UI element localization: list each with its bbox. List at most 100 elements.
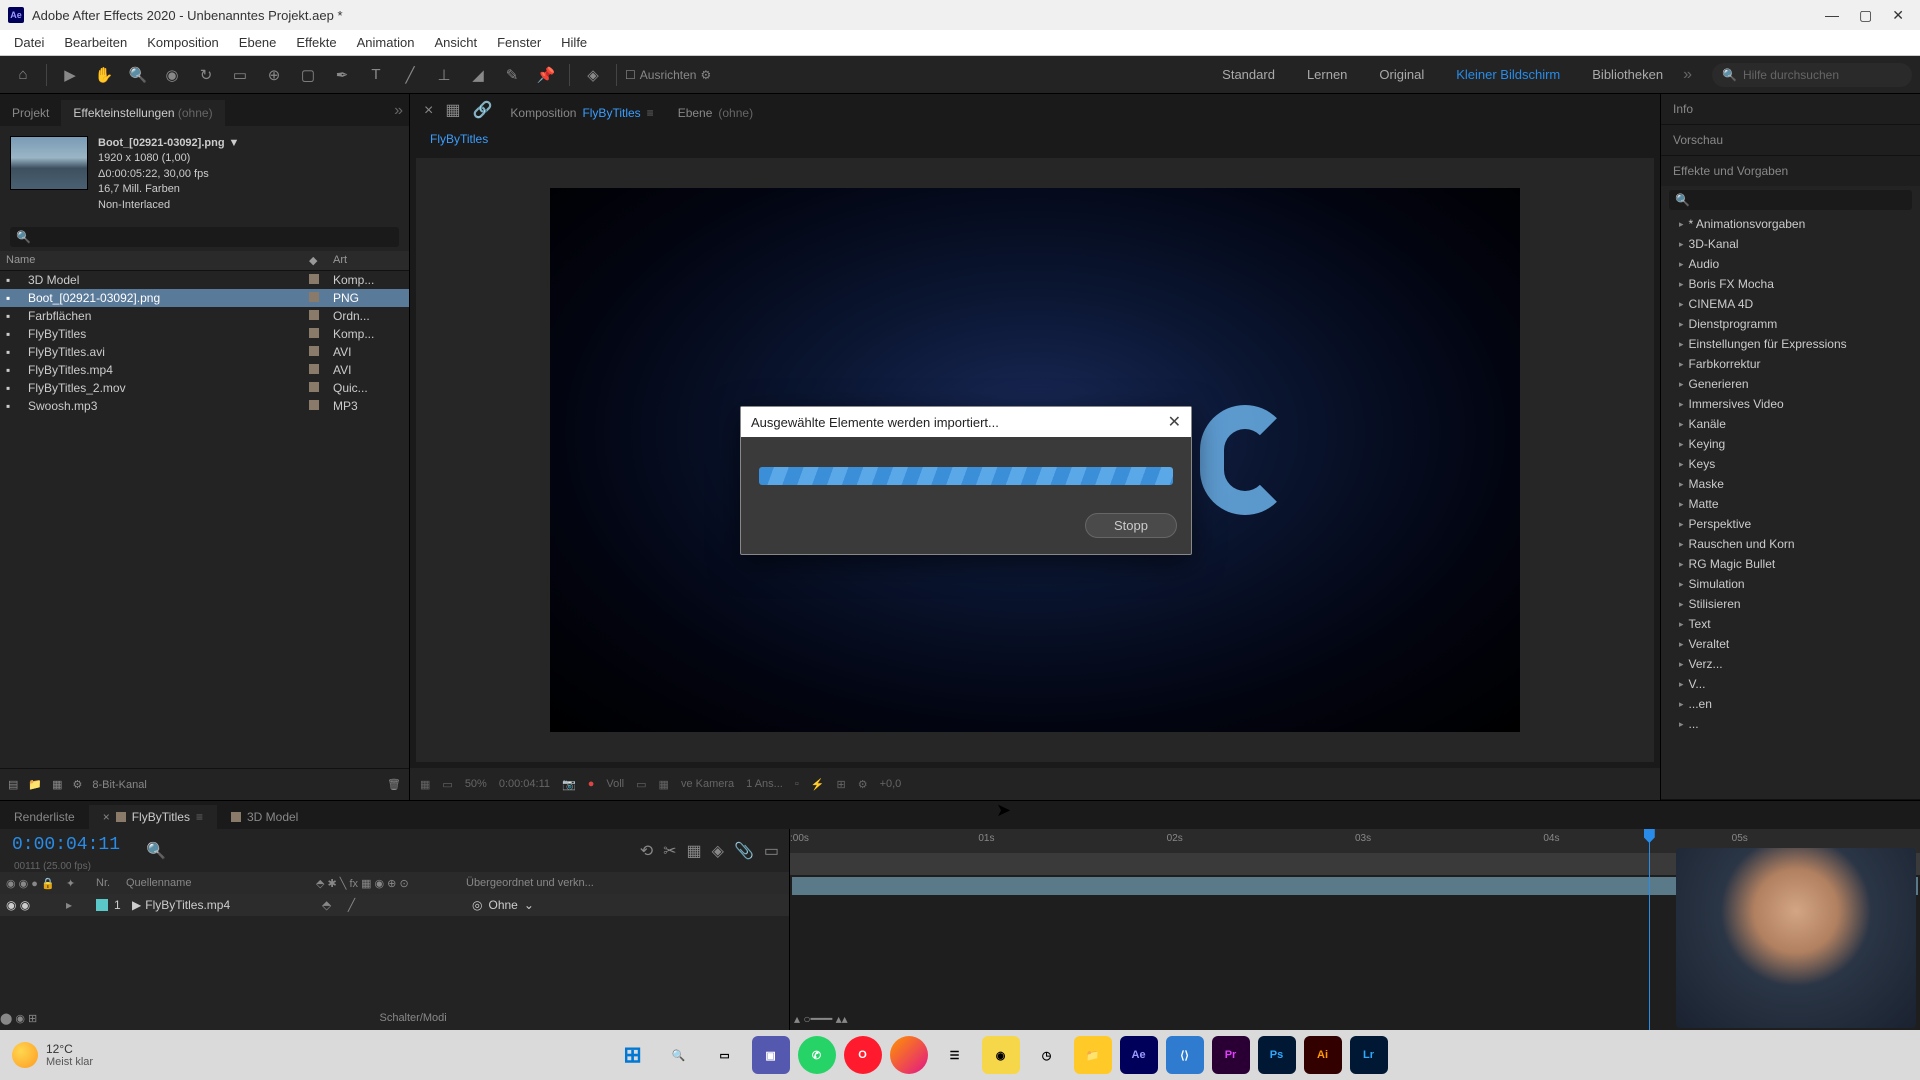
weather-widget[interactable]: 12°C Meist klar [12, 1042, 93, 1068]
resolution-dropdown[interactable]: Voll [606, 778, 624, 790]
brush-tool-icon[interactable]: ╱ [395, 60, 425, 90]
effects-search-input[interactable] [1669, 190, 1912, 210]
help-search-input[interactable]: 🔍 Hilfe durchsuchen [1712, 63, 1912, 87]
playhead[interactable] [1649, 829, 1650, 1030]
menu-help[interactable]: Hilfe [551, 31, 597, 54]
col-label[interactable]: ◆ [309, 254, 333, 267]
timeline-timecode[interactable]: 0:00:04:11 [0, 829, 132, 861]
effect-category[interactable]: ... [1661, 714, 1920, 734]
effect-category[interactable]: * Animationsvorgaben [1661, 214, 1920, 234]
effect-category[interactable]: Farbkorrektur [1661, 354, 1920, 374]
project-item[interactable]: ▪Boot_[02921-03092].pngPNG [0, 289, 409, 307]
tab-timeline-comp[interactable]: × FlyByTitles ≡ [89, 805, 217, 829]
menu-effects[interactable]: Effekte [286, 31, 346, 54]
new-comp-icon[interactable]: ▦ [52, 778, 62, 791]
project-item[interactable]: ▪FlyByTitles_2.movQuic... [0, 379, 409, 397]
color-depth[interactable]: 8-Bit-Kanal [92, 779, 146, 791]
grid-icon[interactable]: ▦ [420, 778, 430, 791]
taskbar-bracket-icon[interactable]: ⟨⟩ [1166, 1036, 1204, 1074]
mask-icon[interactable]: ▭ [442, 778, 452, 791]
tl-tool-icon-2[interactable]: ✂ [663, 841, 676, 861]
rotate-tool-icon[interactable]: ↻ [191, 60, 221, 90]
puppet-mesh-icon[interactable]: ◈ [578, 60, 608, 90]
views-dropdown[interactable]: 1 Ans... [746, 778, 783, 790]
snapshot-icon[interactable]: 📷 [562, 778, 576, 791]
effect-category[interactable]: Keys [1661, 454, 1920, 474]
switches-modes-label[interactable]: Schalter/Modi [379, 1012, 446, 1024]
col-name[interactable]: Name [6, 254, 309, 267]
effect-category[interactable]: Immersives Video [1661, 394, 1920, 414]
project-item[interactable]: ▪FlyByTitlesKomp... [0, 325, 409, 343]
effect-category[interactable]: Einstellungen für Expressions [1661, 334, 1920, 354]
timeline-icon[interactable]: ⊞ [836, 778, 845, 791]
taskbar-clock-icon[interactable]: ◷ [1028, 1036, 1066, 1074]
effect-category[interactable]: Stilisieren [1661, 594, 1920, 614]
effect-category[interactable]: Veraltet [1661, 634, 1920, 654]
pen-tool-icon[interactable]: ✒ [327, 60, 357, 90]
project-item[interactable]: ▪Swoosh.mp3MP3 [0, 397, 409, 415]
tl-tool-icon-6[interactable]: ▭ [764, 841, 779, 861]
channel-icon[interactable]: ● [588, 778, 595, 790]
panel-preview[interactable]: Vorschau [1661, 125, 1920, 155]
tab-composition[interactable]: Komposition FlyByTitles ≡ [498, 100, 665, 126]
comp-lock-icon[interactable]: ▦ [439, 94, 466, 126]
zoom-tool-icon[interactable]: 🔍 [123, 60, 153, 90]
transparency-icon[interactable]: ▦ [659, 778, 669, 791]
tab-project[interactable]: Projekt [0, 100, 61, 126]
menu-view[interactable]: Ansicht [424, 31, 487, 54]
dropdown-icon[interactable]: ▼ [229, 136, 240, 151]
minimize-button[interactable]: — [1825, 7, 1839, 24]
stop-button[interactable]: Stopp [1085, 513, 1177, 538]
project-search-input[interactable] [10, 227, 399, 247]
maximize-button[interactable]: ▢ [1859, 7, 1872, 24]
effect-category[interactable]: Kanäle [1661, 414, 1920, 434]
menu-file[interactable]: Datei [4, 31, 54, 54]
effect-category[interactable]: Boris FX Mocha [1661, 274, 1920, 294]
panel-info[interactable]: Info [1661, 94, 1920, 124]
roto-tool-icon[interactable]: ✎ [497, 60, 527, 90]
effect-category[interactable]: ...en [1661, 694, 1920, 714]
interpret-footage-icon[interactable]: ▤ [8, 778, 18, 791]
workspace-standard[interactable]: Standard [1210, 63, 1287, 86]
workspace-original[interactable]: Original [1367, 63, 1436, 86]
effect-category[interactable]: Maske [1661, 474, 1920, 494]
comp-chain-icon[interactable]: 🔗 [466, 94, 498, 126]
project-item[interactable]: ▪3D ModelKomp... [0, 271, 409, 289]
flowchart-icon[interactable]: ⚙ [858, 778, 868, 791]
camera-tool-icon[interactable]: ▭ [225, 60, 255, 90]
timeline-layer-row[interactable]: ◉ ◉ ▸ 1 ▶ FlyByTitles.mp4 ⬘ ╱ ◎ Ohne ⌄ [0, 894, 789, 916]
taskbar-opera-icon[interactable]: O [844, 1036, 882, 1074]
camera-dropdown[interactable]: ve Kamera [681, 778, 734, 790]
eraser-tool-icon[interactable]: ◢ [463, 60, 493, 90]
tl-tool-icon-3[interactable]: ▦ [687, 841, 702, 861]
project-item[interactable]: ▪FlyByTitles.aviAVI [0, 343, 409, 361]
tab-effect-controls[interactable]: Effekteinstellungen (ohne) [61, 100, 224, 126]
taskbar-aftereffects-icon[interactable]: Ae [1120, 1036, 1158, 1074]
tab-renderlist[interactable]: Renderliste [0, 805, 89, 829]
start-button[interactable]: ⊞ [614, 1036, 652, 1074]
adjust-icon[interactable]: ⚙ [73, 778, 83, 791]
workspace-libraries[interactable]: Bibliotheken [1580, 63, 1675, 86]
taskbar-search-icon[interactable]: 🔍 [660, 1036, 698, 1074]
shape-tool-icon[interactable]: ▢ [293, 60, 323, 90]
effect-category[interactable]: Matte [1661, 494, 1920, 514]
taskbar-whatsapp-icon[interactable]: ✆ [798, 1036, 836, 1074]
effect-category[interactable]: RG Magic Bullet [1661, 554, 1920, 574]
anchor-tool-icon[interactable]: ⊕ [259, 60, 289, 90]
dialog-close-icon[interactable]: ✕ [1168, 412, 1181, 432]
toggle-switches-icon[interactable]: ⬤ ◉ ⊞ [0, 1012, 37, 1025]
puppet-tool-icon[interactable]: 📌 [531, 60, 561, 90]
tab-timeline-model[interactable]: 3D Model [217, 805, 312, 829]
orbit-tool-icon[interactable]: ◉ [157, 60, 187, 90]
zoom-level[interactable]: 50% [465, 778, 487, 790]
taskbar-firefox-icon[interactable] [890, 1036, 928, 1074]
hand-tool-icon[interactable]: ✋ [89, 60, 119, 90]
comp-breadcrumb[interactable]: FlyByTitles [430, 132, 488, 146]
col-type[interactable]: Art [333, 254, 403, 267]
taskbar-photoshop-icon[interactable]: Ps [1258, 1036, 1296, 1074]
pixel-icon[interactable]: ▫ [795, 778, 799, 790]
home-icon[interactable]: ⌂ [8, 60, 38, 90]
tl-tool-icon-1[interactable]: ⟲ [640, 841, 653, 861]
taskbar-teams-icon[interactable]: ▣ [752, 1036, 790, 1074]
effect-category[interactable]: Audio [1661, 254, 1920, 274]
